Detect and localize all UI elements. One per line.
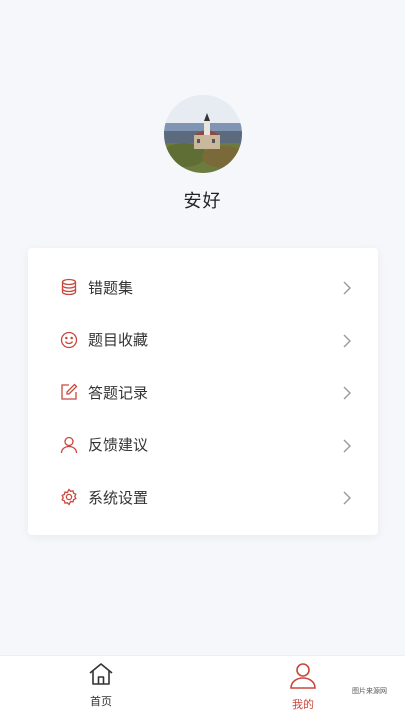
- menu-item-answer-records[interactable]: 答题记录: [28, 366, 378, 419]
- menu-item-favorites[interactable]: 题目收藏: [28, 314, 378, 367]
- menu-item-label: 反馈建议: [88, 436, 149, 455]
- chevron-right-icon: [342, 438, 352, 453]
- menu-item-label: 答题记录: [88, 383, 149, 402]
- database-icon: [60, 278, 78, 296]
- user-icon: [289, 662, 317, 693]
- menu-item-settings[interactable]: 系统设置: [28, 471, 378, 524]
- tab-home[interactable]: 首页: [71, 662, 131, 709]
- chevron-right-icon: [342, 280, 352, 295]
- avatar[interactable]: [163, 95, 242, 173]
- menu-item-label: 题目收藏: [88, 331, 149, 350]
- watermark: 图片来源网: [352, 687, 387, 695]
- home-icon: [88, 662, 114, 690]
- chevron-right-icon: [342, 490, 352, 505]
- tab-home-label: 首页: [90, 695, 112, 708]
- chevron-right-icon: [342, 333, 352, 348]
- user-icon: [60, 436, 78, 454]
- menu-item-label: 系统设置: [88, 488, 149, 507]
- bottom-tab-bar: 首页 我的: [0, 655, 405, 720]
- edit-icon: [60, 383, 78, 401]
- menu-item-feedback[interactable]: 反馈建议: [28, 419, 378, 472]
- profile-section: 安好: [0, 95, 405, 213]
- tab-mine-label: 我的: [292, 698, 314, 711]
- menu-item-label: 错题集: [88, 278, 134, 297]
- smile-icon: [60, 331, 78, 349]
- chevron-right-icon: [342, 385, 352, 400]
- username: 安好: [183, 191, 222, 212]
- menu-card: 错题集 题目收藏 答题记录 反馈建议 系统设置: [28, 248, 378, 535]
- menu-item-wrong-questions[interactable]: 错题集: [28, 261, 378, 314]
- tab-mine[interactable]: 我的: [273, 662, 333, 712]
- gear-icon: [60, 488, 78, 506]
